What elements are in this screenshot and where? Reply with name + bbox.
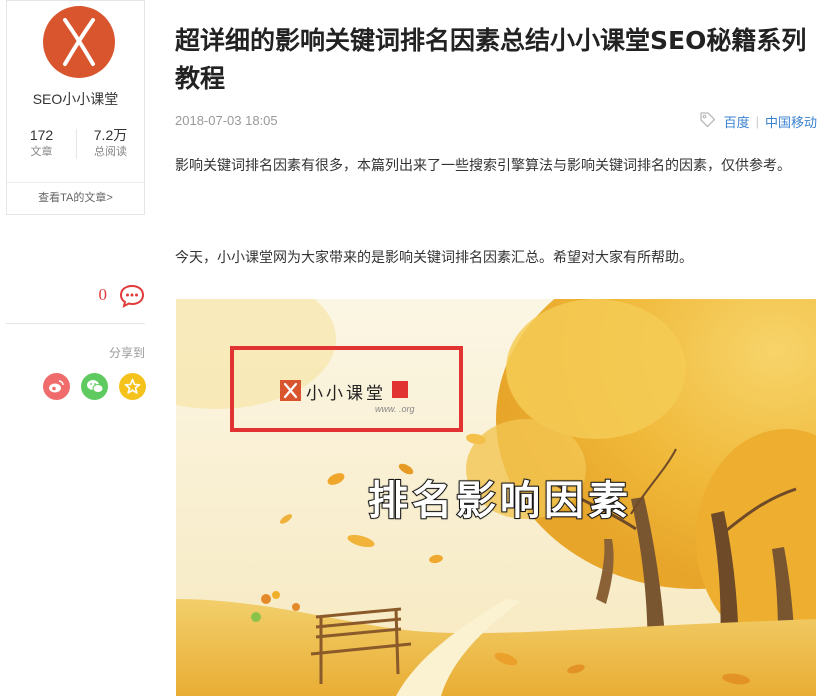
comment-count: 0: [98, 285, 108, 304]
comment-row: 0: [6, 284, 145, 310]
stat-reads-value: 7.2万: [93, 127, 128, 143]
stat-reads: 7.2万 总阅读: [76, 126, 145, 160]
sidebar-divider: [6, 323, 145, 324]
author-card: SEO小小课堂 172 文章 7.2万 总阅读 查看TA的文章>: [6, 0, 145, 215]
tag-icon: [699, 111, 716, 131]
weibo-icon[interactable]: [43, 373, 70, 400]
avatar-x-icon: [63, 18, 95, 66]
share-label: 分享到: [108, 346, 145, 360]
qzone-icon[interactable]: [119, 373, 146, 400]
tag-baidu[interactable]: 百度: [724, 112, 750, 131]
logo-redact-mark: [392, 381, 408, 398]
tag-china-mobile[interactable]: 中国移动: [765, 112, 817, 131]
comment-icon[interactable]: [119, 284, 145, 313]
wechat-icon[interactable]: [81, 373, 108, 400]
publish-date: 2018-07-03 18:05: [175, 113, 278, 128]
stat-articles: 172 文章: [7, 126, 76, 160]
author-name[interactable]: SEO小小课堂: [7, 89, 144, 109]
article-title: 超详细的影响关键词排名因素总结小小课堂SEO秘籍系列教程: [175, 26, 807, 93]
stat-articles-value: 172: [29, 127, 54, 143]
view-articles-link[interactable]: 查看TA的文章>: [7, 182, 144, 214]
article-paragraph: 影响关键词排名因素有很多，本篇列出来了一些搜索引擎算法与影响关键词排名的因素，仅…: [175, 157, 791, 173]
stat-reads-label: 总阅读: [94, 146, 127, 158]
logo-text: 小小课堂: [306, 384, 386, 403]
tag-list: 百度 | 中国移动: [699, 111, 817, 131]
avatar[interactable]: [43, 6, 115, 78]
tag-separator: |: [755, 113, 759, 129]
article-paragraph: 今天，小小课堂网为大家带来的是影响关键词排名因素汇总。希望对大家有所帮助。: [175, 249, 693, 265]
logo-x-icon: [280, 380, 301, 401]
image-headline: 排名影响因素: [367, 477, 632, 525]
stat-articles-label: 文章: [30, 146, 53, 158]
logo-url: www. .org: [375, 404, 415, 414]
